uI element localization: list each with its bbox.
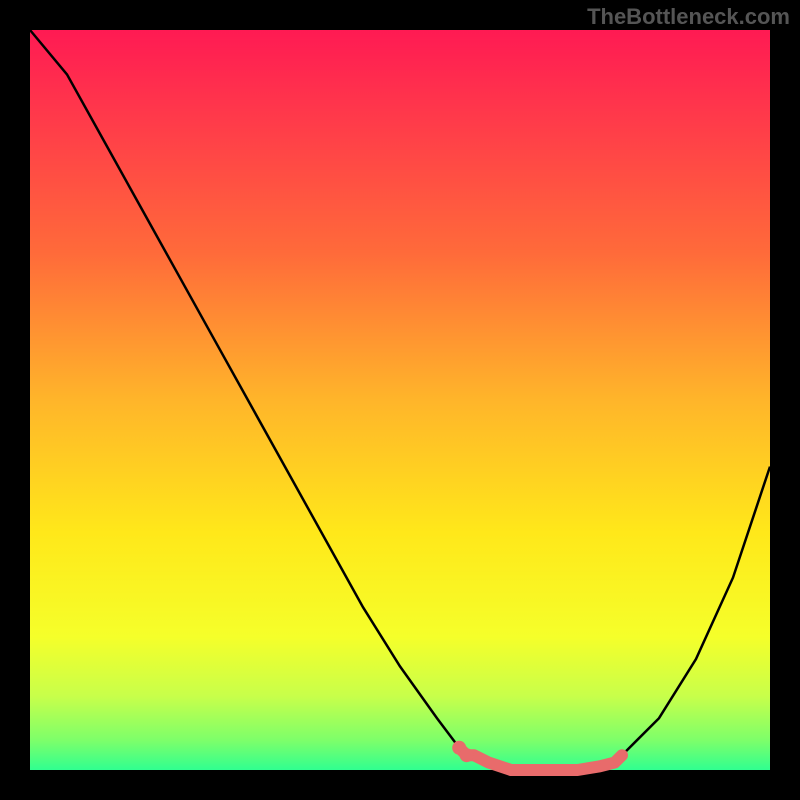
bottleneck-chart [0, 0, 800, 800]
watermark-text: TheBottleneck.com [587, 4, 790, 30]
chart-frame: TheBottleneck.com [0, 0, 800, 800]
optimal-range-dot [460, 748, 474, 762]
plot-background [30, 30, 770, 770]
